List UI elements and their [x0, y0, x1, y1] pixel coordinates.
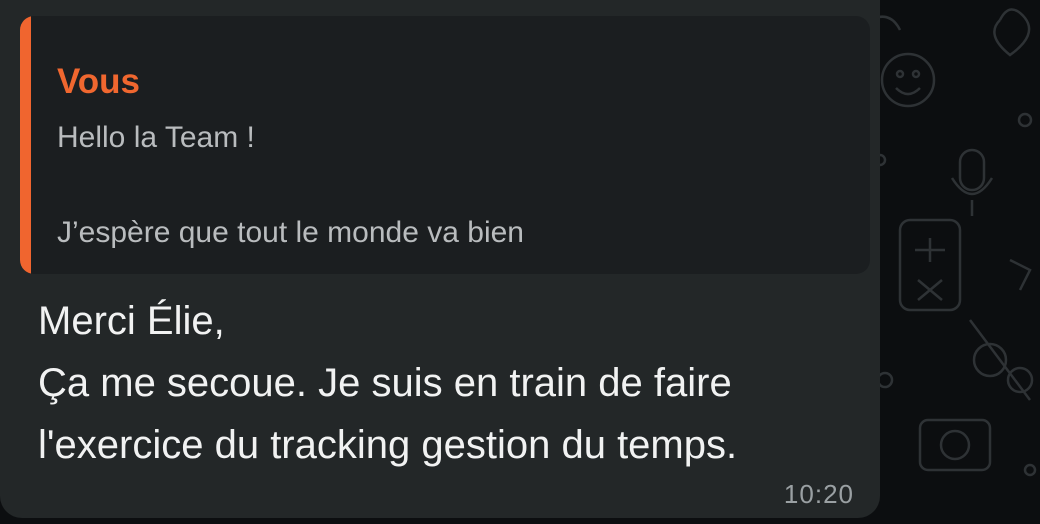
message-line: Merci Élie, — [38, 299, 225, 343]
camera-icon — [918, 418, 992, 472]
reply-quote[interactable]: Vous Hello la Team ! J’espère que tout l… — [20, 16, 870, 274]
message-timestamp: 10:20 — [783, 479, 854, 509]
chat-wallpaper-pattern — [869, 8, 1037, 477]
quote-text-line: J’espère que tout le monde va bien — [57, 216, 524, 249]
message-line: Ça me secoue. Je suis en train de faire — [38, 361, 732, 405]
smiley-icon — [880, 52, 936, 108]
message-bubble[interactable]: Vous Hello la Team ! J’espère que tout l… — [0, 0, 880, 518]
message-text: Merci Élie, Ça me secoue. Je suis en tra… — [38, 290, 737, 476]
heart-icon — [993, 8, 1031, 57]
quote-author: Vous — [57, 62, 140, 101]
microphone-icon — [950, 148, 994, 216]
quote-accent-bar — [20, 16, 31, 274]
message-line: l'exercice du tracking gestion du temps. — [38, 423, 738, 467]
scissors-icon — [969, 319, 1034, 401]
quote-text-line: Hello la Team ! — [57, 121, 255, 154]
calculator-icon — [898, 218, 962, 312]
